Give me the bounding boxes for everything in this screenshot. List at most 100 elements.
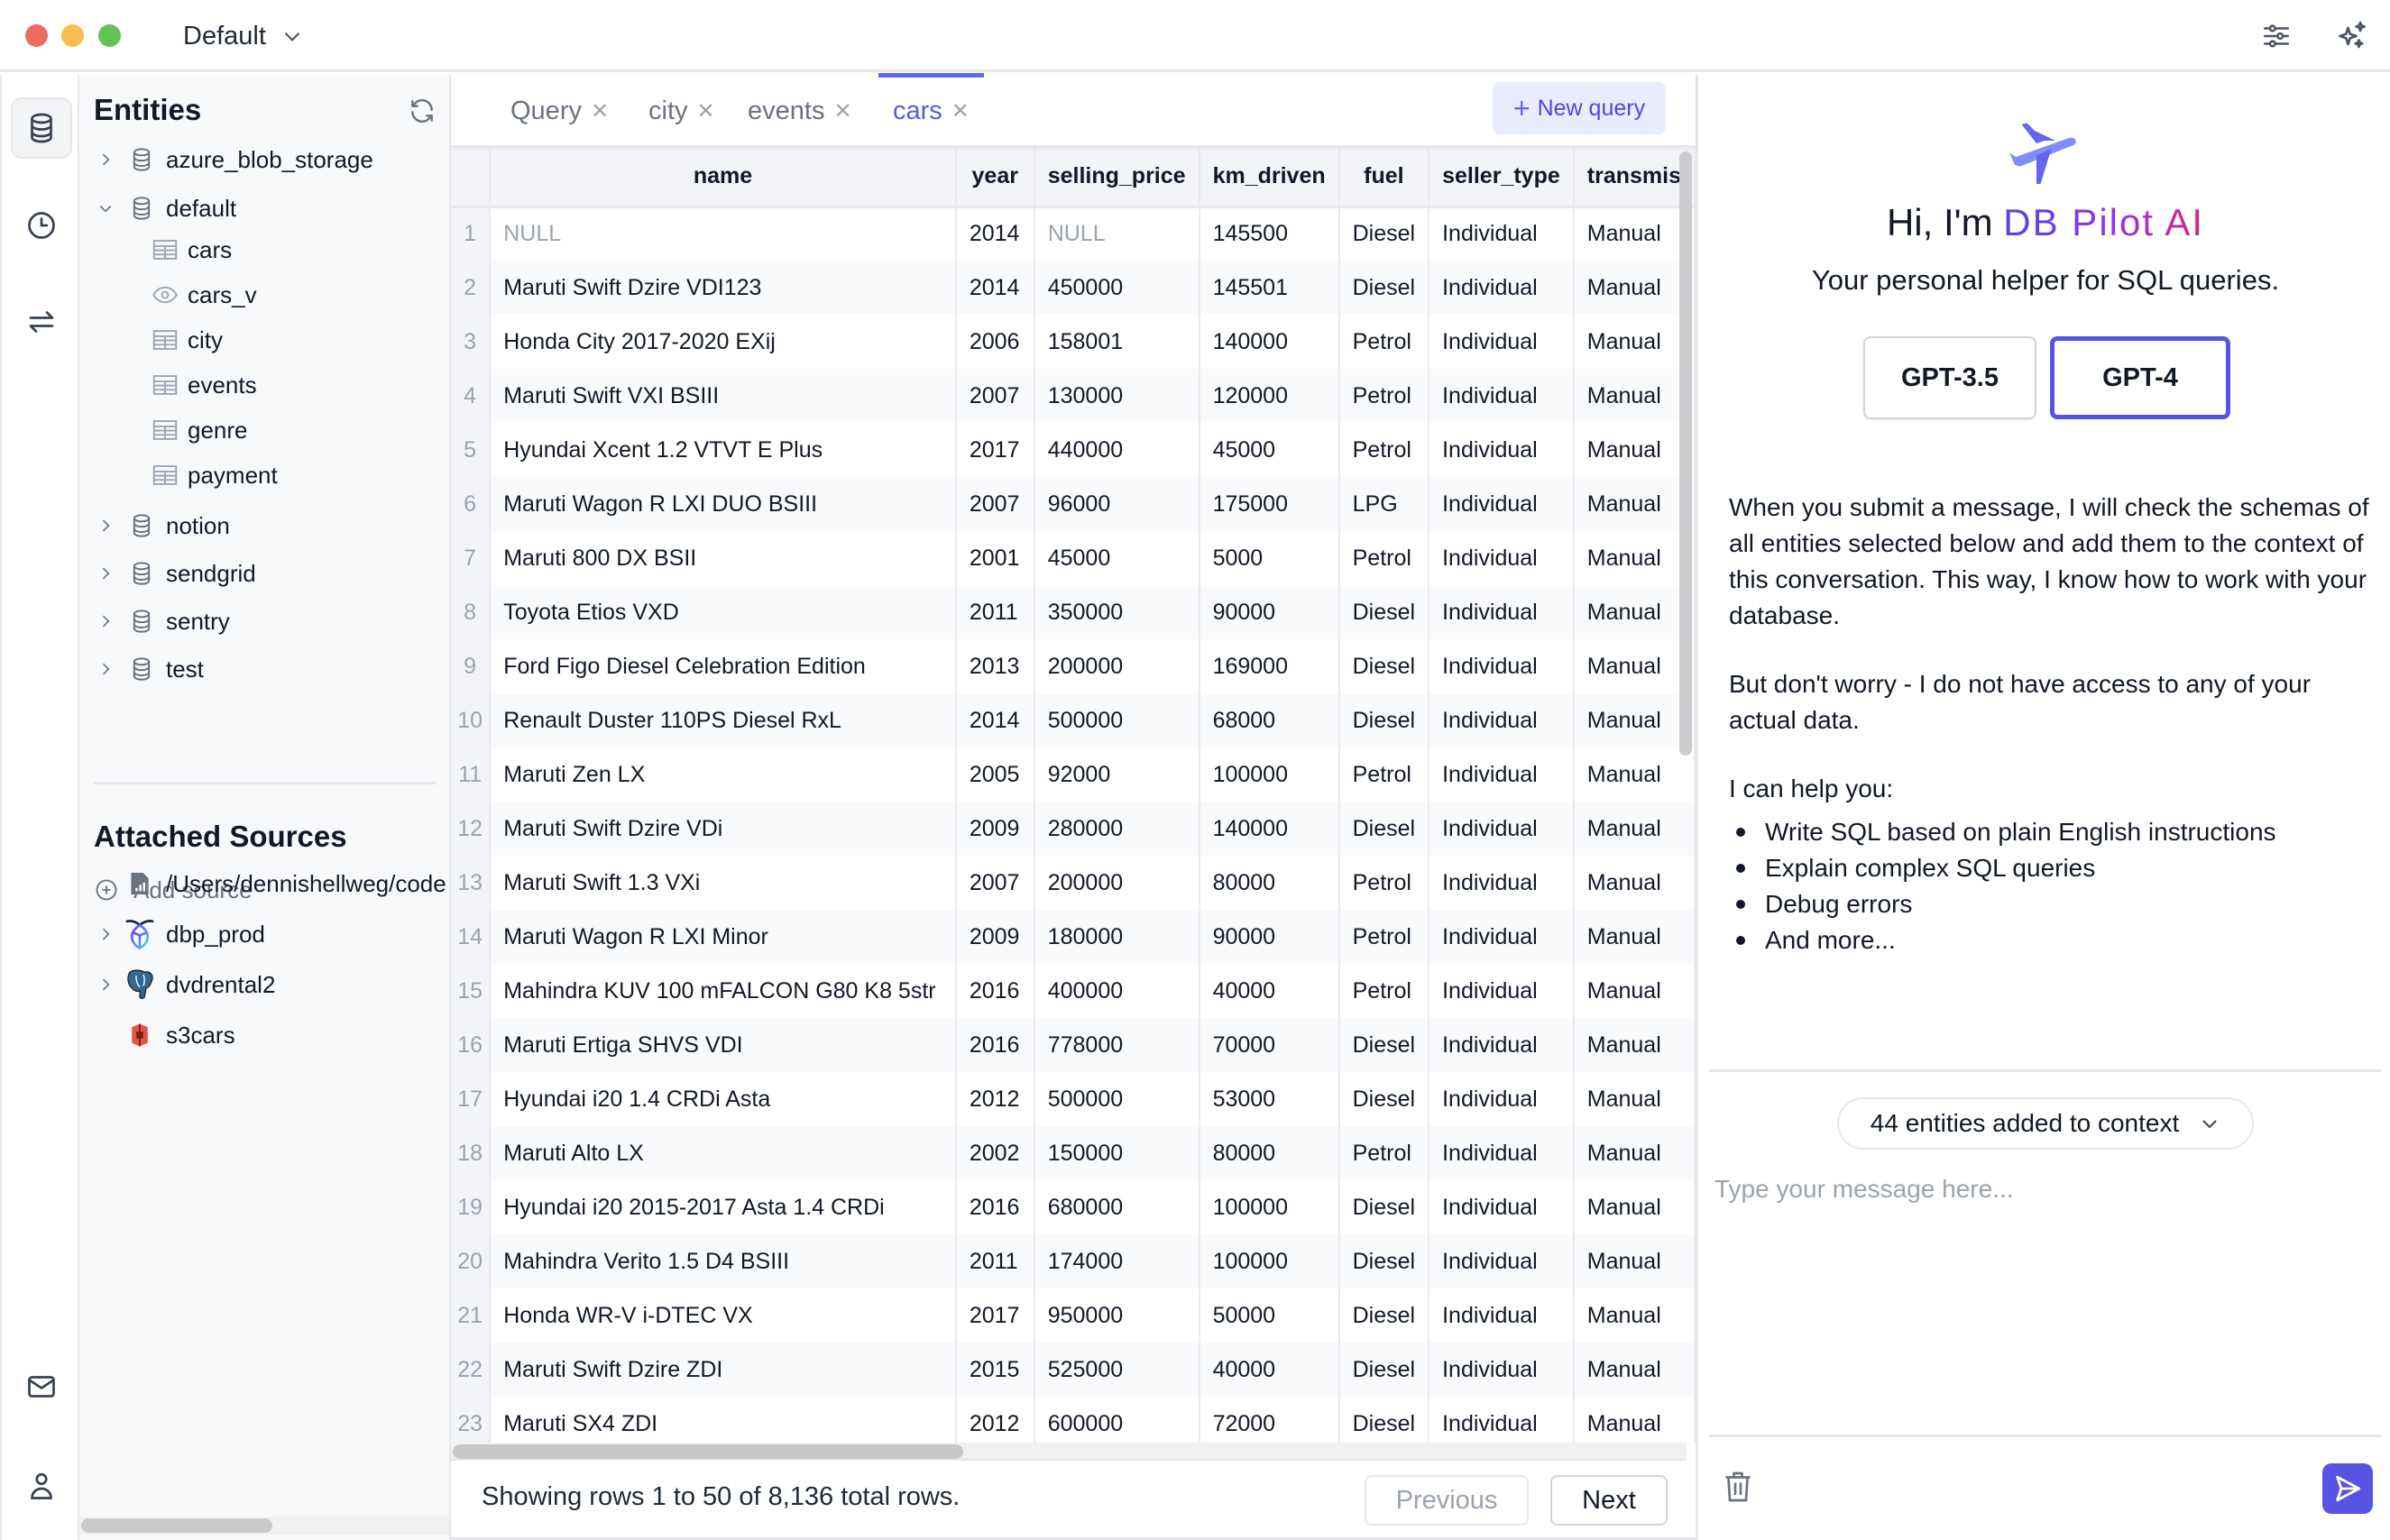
tree-item-table[interactable]: genre xyxy=(152,410,248,450)
cell-name[interactable]: Maruti Alto LX xyxy=(490,1126,957,1180)
previous-page-button[interactable]: Previous xyxy=(1365,1475,1529,1526)
window-minimize-button[interactable] xyxy=(61,24,84,47)
cell-transmis[interactable]: Manual xyxy=(1573,369,1696,423)
cell-km_driven[interactable]: 100000 xyxy=(1199,747,1340,802)
table-row[interactable]: 16 Maruti Ertiga SHVS VDI 2016 778000 70000 D… xyxy=(451,1018,1696,1072)
table-row[interactable]: 22 Maruti Swift Dzire ZDI 2015 525000 40000 D… xyxy=(451,1343,1696,1397)
table-row[interactable]: 17 Hyundai i20 1.4 CRDi Asta 2012 500000 530… xyxy=(451,1072,1696,1126)
cell-km_driven[interactable]: 45000 xyxy=(1199,423,1340,477)
cell-seller_type[interactable]: Individual xyxy=(1429,1234,1575,1288)
cell-fuel[interactable]: Diesel xyxy=(1338,261,1430,315)
cell-transmis[interactable]: Manual xyxy=(1573,964,1696,1018)
cell-transmis[interactable]: Manual xyxy=(1573,585,1696,639)
sidebar-horizontal-scrollbar[interactable] xyxy=(81,1518,272,1533)
tab-city[interactable]: city ✕ xyxy=(648,75,715,147)
cell-name[interactable]: Maruti Swift Dzire ZDI xyxy=(490,1343,957,1397)
cell-transmis[interactable]: Manual xyxy=(1573,1072,1696,1126)
cell-transmis[interactable]: Manual xyxy=(1573,1126,1696,1180)
cell-fuel[interactable]: Diesel xyxy=(1338,1072,1430,1126)
cell-fuel[interactable]: Diesel xyxy=(1338,1180,1430,1234)
cell-year[interactable]: 2017 xyxy=(955,1288,1035,1343)
cell-selling_price[interactable]: 680000 xyxy=(1034,1180,1200,1234)
model-gpt4-button[interactable]: GPT-4 xyxy=(2050,336,2230,419)
cell-name[interactable]: Maruti Swift 1.3 VXi xyxy=(490,856,957,910)
tree-item-table[interactable]: city xyxy=(152,320,223,360)
cell-selling_price[interactable]: 45000 xyxy=(1034,531,1200,585)
table-row[interactable]: 12 Maruti Swift Dzire VDi 2009 280000 140000… xyxy=(451,802,1696,856)
close-tab-icon[interactable]: ✕ xyxy=(697,98,715,124)
table-row[interactable]: 14 Maruti Wagon R LXI Minor 2009 180000 9000… xyxy=(451,910,1696,964)
column-header-fuel[interactable]: fuel xyxy=(1338,147,1430,208)
cell-km_driven[interactable]: 100000 xyxy=(1199,1180,1340,1234)
cell-seller_type[interactable]: Individual xyxy=(1429,1126,1575,1180)
new-query-button[interactable]: + New query xyxy=(1493,82,1666,134)
cell-year[interactable]: 2012 xyxy=(955,1397,1035,1443)
cell-fuel[interactable]: Diesel xyxy=(1338,802,1430,856)
cell-year[interactable]: 2016 xyxy=(955,1018,1035,1072)
tree-item-database[interactable]: default xyxy=(94,188,236,228)
cell-name[interactable]: Maruti Swift Dzire VDI123 xyxy=(490,261,957,315)
cell-fuel[interactable]: Petrol xyxy=(1338,369,1430,423)
cell-km_driven[interactable]: 100000 xyxy=(1199,1234,1340,1288)
column-header-transmis[interactable]: transmis xyxy=(1573,147,1696,208)
cell-year[interactable]: 2007 xyxy=(955,477,1035,531)
cell-km_driven[interactable]: 169000 xyxy=(1199,639,1340,693)
cell-year[interactable]: 2012 xyxy=(955,1072,1035,1126)
cell-km_driven[interactable]: 70000 xyxy=(1199,1018,1340,1072)
cell-transmis[interactable]: Manual xyxy=(1573,261,1696,315)
table-row[interactable]: 3 Honda City 2017-2020 EXij 2006 158001 1400… xyxy=(451,315,1696,369)
cell-name[interactable]: Toyota Etios VXD xyxy=(490,585,957,639)
cell-seller_type[interactable]: Individual xyxy=(1429,1180,1575,1234)
cell-name[interactable]: Maruti Ertiga SHVS VDI xyxy=(490,1018,957,1072)
cell-km_driven[interactable]: 40000 xyxy=(1199,964,1340,1018)
cell-seller_type[interactable]: Individual xyxy=(1429,1072,1575,1126)
cell-transmis[interactable]: Manual xyxy=(1573,477,1696,531)
chevron-right-icon[interactable] xyxy=(94,973,117,996)
table-row[interactable]: 10 Renault Duster 110PS Diesel RxL 2014 500… xyxy=(451,693,1696,747)
cell-km_driven[interactable]: 80000 xyxy=(1199,1126,1340,1180)
cell-name[interactable]: Honda City 2017-2020 EXij xyxy=(490,315,957,369)
cell-selling_price[interactable]: 280000 xyxy=(1034,802,1200,856)
cell-seller_type[interactable]: Individual xyxy=(1429,856,1575,910)
cell-fuel[interactable]: Diesel xyxy=(1338,639,1430,693)
context-entities-dropdown[interactable]: 44 entities added to context xyxy=(1837,1097,2254,1150)
cell-name[interactable]: Maruti Swift VXI BSIII xyxy=(490,369,957,423)
cell-transmis[interactable]: Manual xyxy=(1573,747,1696,802)
tree-item-table[interactable]: payment xyxy=(152,455,278,495)
cell-selling_price[interactable]: 500000 xyxy=(1034,693,1200,747)
cell-fuel[interactable]: LPG xyxy=(1338,477,1430,531)
cell-selling_price[interactable]: NULL xyxy=(1034,206,1200,261)
tab-query[interactable]: Query ✕ xyxy=(510,75,609,147)
cell-selling_price[interactable]: 778000 xyxy=(1034,1018,1200,1072)
cell-seller_type[interactable]: Individual xyxy=(1429,206,1575,261)
chevron-right-icon[interactable] xyxy=(94,514,117,537)
table-row[interactable]: 13 Maruti Swift 1.3 VXi 2007 200000 80000 Pet… xyxy=(451,856,1696,910)
cell-selling_price[interactable]: 450000 xyxy=(1034,261,1200,315)
cell-km_driven[interactable]: 68000 xyxy=(1199,693,1340,747)
table-row[interactable]: 7 Maruti 800 DX BSII 2001 45000 5000 Petrol In… xyxy=(451,531,1696,585)
cell-selling_price[interactable]: 200000 xyxy=(1034,639,1200,693)
cell-km_driven[interactable]: 40000 xyxy=(1199,1343,1340,1397)
cell-fuel[interactable]: Diesel xyxy=(1338,1288,1430,1343)
workspace-switcher[interactable]: Default xyxy=(183,16,304,56)
window-close-button[interactable] xyxy=(25,24,48,47)
cell-seller_type[interactable]: Individual xyxy=(1429,423,1575,477)
cell-seller_type[interactable]: Individual xyxy=(1429,693,1575,747)
cell-seller_type[interactable]: Individual xyxy=(1429,1343,1575,1397)
cell-selling_price[interactable]: 158001 xyxy=(1034,315,1200,369)
tree-item-database[interactable]: notion xyxy=(94,506,230,545)
cell-seller_type[interactable]: Individual xyxy=(1429,1288,1575,1343)
cell-name[interactable]: Maruti 800 DX BSII xyxy=(490,531,957,585)
cell-km_driven[interactable]: 145501 xyxy=(1199,261,1340,315)
cell-seller_type[interactable]: Individual xyxy=(1429,369,1575,423)
chevron-right-icon[interactable] xyxy=(94,562,117,585)
chevron-right-icon[interactable] xyxy=(94,148,117,171)
sparkles-icon[interactable] xyxy=(2334,18,2370,54)
grid-horizontal-scrollbar[interactable] xyxy=(453,1444,963,1459)
cell-selling_price[interactable]: 350000 xyxy=(1034,585,1200,639)
cell-fuel[interactable]: Petrol xyxy=(1338,1126,1430,1180)
cell-transmis[interactable]: Manual xyxy=(1573,1018,1696,1072)
column-header-seller_type[interactable]: seller_type xyxy=(1429,147,1575,208)
cell-transmis[interactable]: Manual xyxy=(1573,531,1696,585)
chevron-right-icon[interactable] xyxy=(94,657,117,681)
